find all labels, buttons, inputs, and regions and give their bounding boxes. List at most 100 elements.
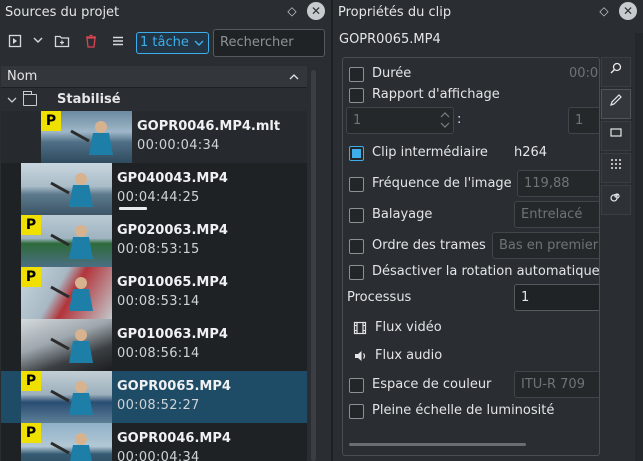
aspect-checkbox[interactable] bbox=[349, 88, 364, 103]
horizontal-scrollbar[interactable] bbox=[349, 443, 526, 446]
task-combo-label: 1 tâche bbox=[140, 35, 189, 50]
float-icon[interactable]: ◇ bbox=[285, 4, 299, 18]
clip-row[interactable]: P GP010065.MP4 00:08:53:14 bbox=[1, 267, 307, 319]
field-order-checkbox[interactable] bbox=[349, 239, 364, 254]
video-stream-row: Flux vidéo bbox=[343, 316, 599, 340]
chevron-down-icon bbox=[194, 33, 204, 61]
clip-name: GP010065.MP4 bbox=[117, 275, 228, 290]
tab-metadata[interactable] bbox=[601, 153, 631, 183]
thumbnail-scene bbox=[50, 329, 93, 363]
clip-duration: 00:04:44:25 bbox=[117, 190, 200, 205]
properties-side-tabs bbox=[601, 57, 631, 227]
chevron-down-icon[interactable] bbox=[29, 34, 47, 52]
full-luma-label: Pleine échelle de luminosité bbox=[372, 403, 555, 418]
proxy-badge: P bbox=[21, 267, 41, 287]
float-icon[interactable]: ◇ bbox=[597, 4, 611, 18]
project-bin-title: Sources du projet bbox=[5, 4, 120, 20]
aspect-numerator-spinbox[interactable]: 1 bbox=[346, 107, 454, 134]
clip-duration: 00:00:04:34 bbox=[117, 450, 200, 461]
proxy-badge: P bbox=[21, 423, 41, 443]
proxy-progress-bar bbox=[119, 207, 147, 210]
scan-label: Balayage bbox=[372, 207, 433, 222]
scan-select[interactable]: Entrelacé bbox=[514, 201, 599, 228]
vertical-scrollbar[interactable] bbox=[311, 70, 316, 461]
speaker-icon bbox=[353, 349, 367, 367]
clip-row[interactable]: P GOPR0065.MP4 00:08:52:27 bbox=[1, 371, 307, 423]
disable-rotation-checkbox[interactable] bbox=[349, 265, 364, 280]
scan-checkbox[interactable] bbox=[349, 208, 364, 223]
delete-icon[interactable] bbox=[82, 34, 100, 52]
spiral-icon bbox=[610, 193, 620, 202]
clip-duration: 00:08:53:14 bbox=[117, 294, 200, 309]
frame-icon bbox=[610, 128, 622, 137]
name-column-header[interactable]: Nom bbox=[1, 66, 307, 88]
clip-thumbnail[interactable]: P bbox=[21, 267, 112, 319]
clip-properties-title: Propriétés du clip bbox=[338, 4, 452, 20]
colorspace-select[interactable]: ITU-R 709 bbox=[514, 371, 599, 398]
clip-row[interactable]: P GOPR0046.MP4 00:00:04:34 bbox=[1, 423, 307, 461]
close-icon[interactable]: ✕ bbox=[619, 2, 637, 20]
threads-spinbox[interactable]: 1 bbox=[514, 284, 599, 311]
project-tree: Stabilisé P GOPR0046.MP4.mlt 00:00:04:34 GP… bbox=[1, 89, 307, 461]
framerate-checkbox[interactable] bbox=[349, 177, 364, 192]
clip-name: GP010063.MP4 bbox=[117, 327, 228, 342]
clip-row[interactable]: P GP020063.MP4 00:08:53:15 bbox=[1, 215, 307, 267]
framerate-field[interactable]: 119,88 bbox=[517, 170, 599, 197]
aspect-denominator-value: 1 bbox=[575, 113, 584, 128]
proxy-badge: P bbox=[21, 371, 41, 391]
clip-duration: 00:08:52:27 bbox=[117, 398, 200, 413]
spin-arrows-icon[interactable] bbox=[440, 109, 450, 133]
close-icon[interactable]: ✕ bbox=[307, 2, 325, 20]
intermediate-label: Clip intermédiaire bbox=[372, 145, 488, 160]
clip-row[interactable]: GP010063.MP4 00:08:56:14 bbox=[1, 319, 307, 371]
duration-checkbox[interactable] bbox=[349, 67, 364, 82]
tab-file-info[interactable] bbox=[601, 57, 631, 87]
menu-icon[interactable] bbox=[109, 34, 127, 52]
clip-name: GOPR0065.MP4 bbox=[117, 379, 231, 394]
search-input[interactable]: Rechercher bbox=[213, 29, 325, 57]
clip-thumbnail[interactable] bbox=[21, 163, 112, 215]
field-order-label: Ordre des trames bbox=[372, 238, 486, 253]
colorspace-checkbox[interactable] bbox=[349, 378, 364, 393]
aspect-row: Rapport d'affichage bbox=[343, 83, 599, 107]
clip-properties-titlebar: Propriétés du clip ◇ ✕ bbox=[333, 0, 643, 24]
name-column-label: Nom bbox=[7, 69, 38, 84]
clip-name: GP020063.MP4 bbox=[117, 223, 228, 238]
field-order-select[interactable]: Bas en premier bbox=[492, 232, 599, 259]
tab-analysis[interactable] bbox=[601, 185, 631, 215]
duration-value: 00:0 bbox=[569, 66, 599, 81]
folder-icon bbox=[23, 91, 37, 106]
full-luma-checkbox[interactable] bbox=[349, 404, 364, 419]
disable-rotation-label: Désactiver la rotation automatique bbox=[372, 264, 600, 279]
project-bin-titlebar: Sources du projet ◇ ✕ bbox=[0, 0, 331, 24]
clip-thumbnail[interactable] bbox=[21, 319, 112, 371]
folder-row[interactable]: Stabilisé bbox=[1, 89, 307, 111]
clip-name: GOPR0065.MP4 bbox=[339, 32, 441, 47]
clip-thumbnail[interactable]: P bbox=[21, 215, 112, 267]
clip-duration: 00:08:53:15 bbox=[117, 242, 200, 257]
clip-name: GOPR0046.MP4.mlt bbox=[137, 119, 281, 134]
tab-markers[interactable] bbox=[601, 121, 631, 151]
full-luma-row: Pleine échelle de luminosité bbox=[343, 399, 599, 423]
clip-thumbnail[interactable]: P bbox=[41, 111, 132, 163]
project-bin-toolbar: 1 tâche Rechercher bbox=[0, 29, 331, 57]
project-bin-panel: Sources du projet ◇ ✕ 1 tâche Rechercher… bbox=[0, 0, 331, 461]
add-folder-icon[interactable] bbox=[53, 34, 71, 52]
intermediate-checkbox[interactable] bbox=[349, 146, 364, 161]
clip-thumbnail[interactable]: P bbox=[21, 423, 112, 461]
colorspace-label: Espace de couleur bbox=[372, 377, 492, 392]
clip-row[interactable]: P GOPR0046.MP4.mlt 00:00:04:34 bbox=[1, 111, 307, 163]
proxy-badge: P bbox=[21, 215, 41, 235]
tab-properties[interactable] bbox=[601, 89, 631, 119]
add-clip-icon[interactable] bbox=[6, 34, 24, 52]
duration-label: Durée bbox=[372, 66, 412, 81]
clip-name: GP040043.MP4 bbox=[117, 171, 228, 186]
clip-row[interactable]: GP040043.MP4 00:04:44:25 bbox=[1, 163, 307, 215]
clip-duration: 00:00:04:34 bbox=[137, 138, 220, 153]
thumbnail-scene bbox=[50, 173, 93, 207]
clip-thumbnail[interactable]: P bbox=[21, 371, 112, 423]
threads-label: Processus bbox=[347, 290, 412, 305]
task-combo[interactable]: 1 tâche bbox=[136, 32, 209, 54]
aspect-denominator-spinbox[interactable]: 1 bbox=[568, 107, 599, 134]
clip-name: GOPR0046.MP4 bbox=[117, 431, 231, 446]
